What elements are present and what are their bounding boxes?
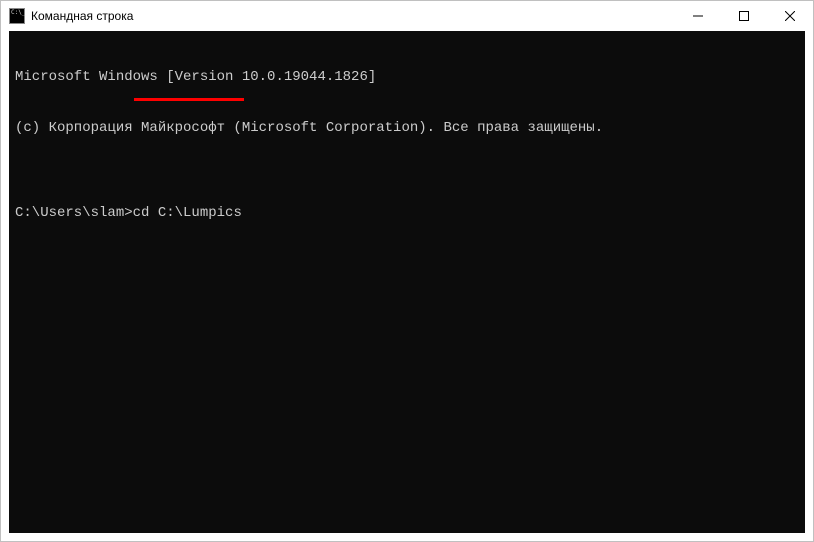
close-button[interactable] [767,1,813,31]
cmd-window: Командная строка Microsoft Windows [Vers… [0,0,814,542]
command-text: cd C:\Lumpics [133,205,242,221]
terminal-output-line: Microsoft Windows [Version 10.0.19044.18… [15,69,799,86]
prompt-text: C:\Users\slam> [15,205,133,221]
terminal-prompt-line: C:\Users\slam>cd C:\Lumpics [15,205,799,222]
minimize-button[interactable] [675,1,721,31]
terminal-area[interactable]: Microsoft Windows [Version 10.0.19044.18… [9,31,805,533]
window-title: Командная строка [31,9,675,23]
cmd-icon [9,8,25,24]
terminal-output-line: (c) Корпорация Майкрософт (Microsoft Cor… [15,120,799,137]
window-controls [675,1,813,31]
maximize-button[interactable] [721,1,767,31]
titlebar[interactable]: Командная строка [1,1,813,31]
highlight-underline-annotation [134,98,244,101]
